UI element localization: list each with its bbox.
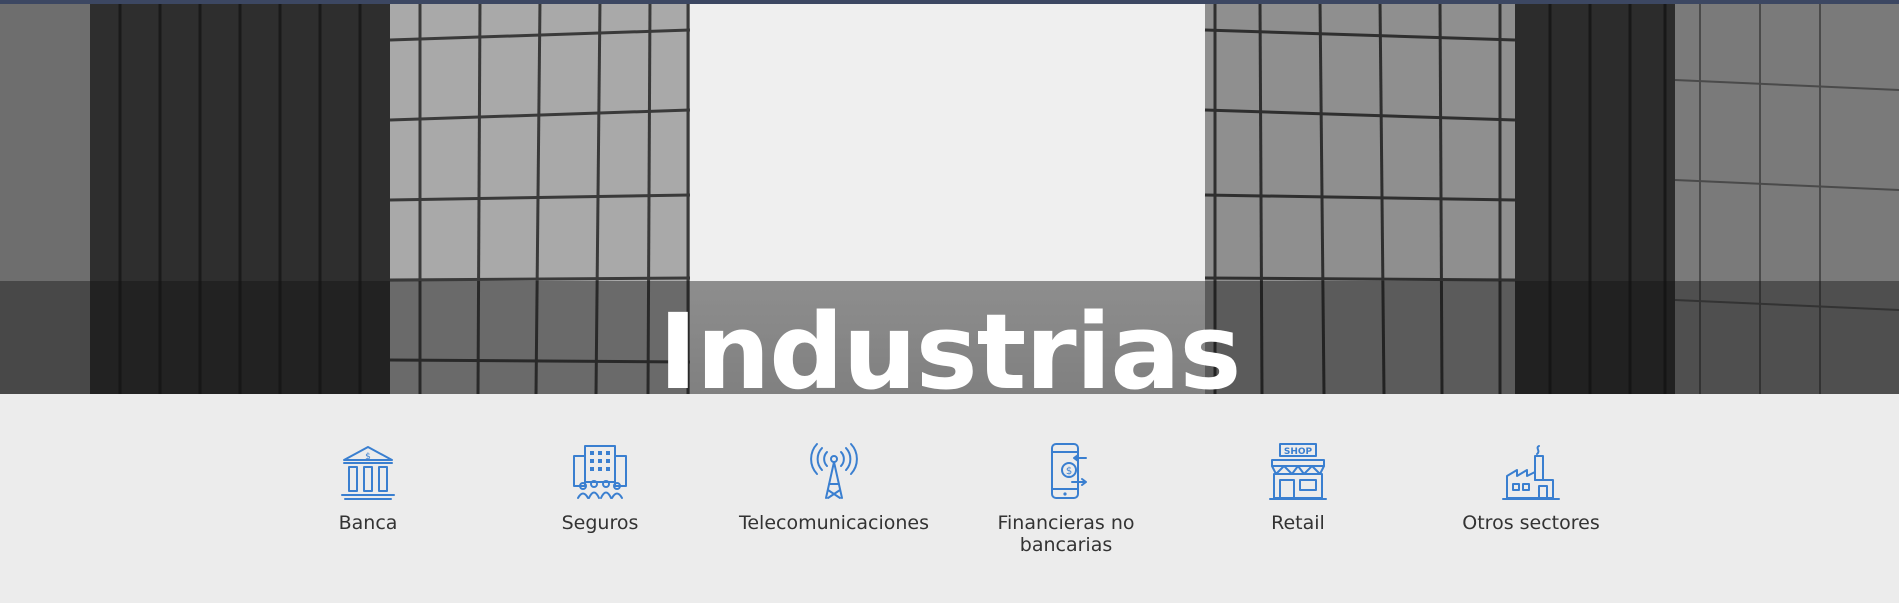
bank-icon: $: [341, 446, 395, 500]
office-building-people-icon: [573, 445, 627, 499]
industry-label: Financieras no bancarias: [997, 512, 1135, 556]
industry-item-otros-sectores[interactable]: Otros sectores: [1431, 442, 1631, 534]
antenna-tower-icon: [810, 443, 858, 499]
svg-text:$: $: [365, 452, 371, 462]
top-accent-bar: [0, 0, 1899, 4]
industry-item-telecomunicaciones[interactable]: Telecomunicaciones: [734, 442, 934, 534]
industry-label: Otros sectores: [1462, 512, 1600, 534]
industry-item-banca[interactable]: $ Banca: [268, 442, 468, 534]
svg-text:SHOP: SHOP: [1284, 447, 1313, 457]
svg-text:$: $: [1066, 466, 1072, 477]
industry-label: Banca: [338, 512, 398, 534]
industries-list: $ Banca Seguros Telecomunicaciones $ Fin…: [0, 394, 1899, 603]
industry-item-retail[interactable]: SHOP Retail: [1198, 442, 1398, 534]
factory-icon: [1502, 445, 1560, 500]
hero-banner: Industrias: [0, 0, 1899, 394]
industry-label: Seguros: [561, 512, 639, 534]
shop-icon: SHOP: [1269, 443, 1327, 500]
hero-title: Industrias: [658, 291, 1242, 394]
industry-item-financieras-no-bancarias[interactable]: $ Financieras no bancarias: [966, 442, 1166, 556]
industry-item-seguros[interactable]: Seguros: [500, 442, 700, 534]
mobile-payment-icon: $: [1051, 443, 1087, 499]
industry-label: Telecomunicaciones: [738, 512, 930, 534]
industry-label: Retail: [1271, 512, 1325, 534]
